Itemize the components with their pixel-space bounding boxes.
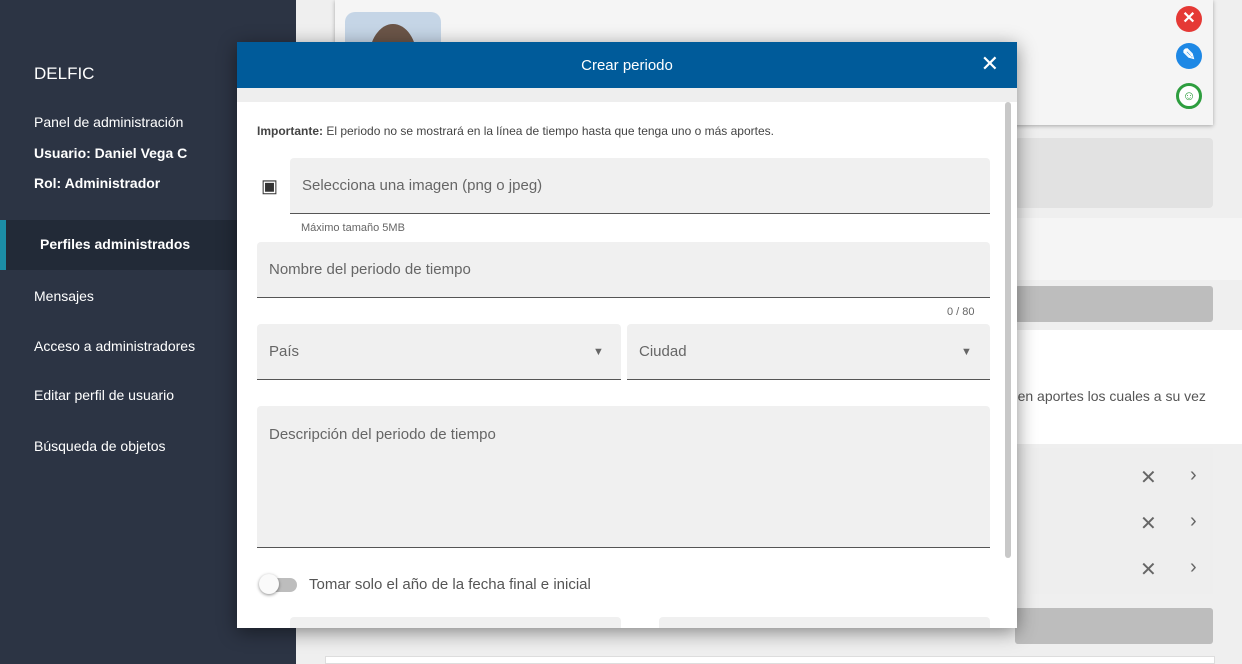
sidebar-item-label: Perfiles administrados	[40, 236, 191, 252]
close-circle-icon[interactable]: ✕	[1176, 6, 1202, 32]
dropdown-arrow-icon: ▼	[961, 346, 972, 358]
user-name: Usuario: Daniel Vega C	[34, 145, 188, 161]
period-name-input[interactable]: Nombre del periodo de tiempo	[257, 242, 990, 298]
panel-title: Panel de administración	[34, 114, 184, 130]
notice-text: El periodo no se mostrará en la línea de…	[323, 124, 774, 138]
close-icon[interactable]: ✕	[981, 51, 999, 77]
brand-title: DELFIC	[34, 64, 95, 83]
edit-pencil-icon[interactable]: ✎	[1176, 43, 1202, 69]
notice-label: Importante:	[257, 124, 323, 138]
background-button[interactable]	[1015, 286, 1213, 322]
add-photo-icon: ▣	[261, 176, 279, 196]
background-band	[1015, 218, 1242, 280]
chevron-right-icon[interactable]: ›	[1190, 556, 1197, 579]
sidebar-item-editar-perfil[interactable]: Editar perfil de usuario	[34, 387, 174, 403]
background-panel	[1015, 138, 1213, 208]
image-upload-field[interactable]: Selecciona una imagen (png o jpeg)	[290, 158, 990, 214]
background-card	[325, 656, 1215, 664]
dialog-title: Crear periodo	[581, 57, 673, 74]
character-counter: 0 / 80	[947, 306, 975, 318]
dialog-subbar	[237, 88, 1017, 102]
dropdown-arrow-icon: ▼	[593, 346, 604, 358]
image-size-hint: Máximo tamaño 5MB	[301, 222, 405, 234]
user-role: Rol: Administrador	[34, 175, 161, 191]
chevron-right-icon[interactable]: ›	[1190, 464, 1197, 487]
city-select[interactable]: Ciudad ▼	[627, 324, 990, 380]
period-name-placeholder: Nombre del periodo de tiempo	[269, 261, 471, 278]
background-section	[1015, 330, 1242, 444]
delete-icon[interactable]: ✕	[1140, 511, 1157, 536]
country-placeholder: País	[269, 343, 300, 360]
account-circle-icon[interactable]: ☺	[1176, 83, 1202, 109]
background-button[interactable]	[1015, 608, 1213, 644]
sidebar-item-mensajes[interactable]: Mensajes	[34, 288, 94, 304]
description-textarea[interactable]: Descripción del periodo de tiempo	[257, 406, 990, 548]
create-period-dialog: Crear periodo ✕ Importante: El periodo n…	[237, 42, 1017, 628]
delete-icon[interactable]: ✕	[1140, 557, 1157, 582]
end-date-field[interactable]	[659, 617, 990, 628]
sidebar-item-busqueda-objetos[interactable]: Búsqueda de objetos	[34, 438, 166, 454]
scrollbar[interactable]	[1005, 102, 1011, 558]
period-list	[1015, 448, 1213, 594]
chevron-right-icon[interactable]: ›	[1190, 510, 1197, 533]
important-notice: Importante: El periodo no se mostrará en…	[257, 124, 774, 138]
start-date-field[interactable]	[290, 617, 621, 628]
sidebar-item-acceso-administradores[interactable]: Acceso a administradores	[34, 338, 195, 354]
image-upload-placeholder: Selecciona una imagen (png o jpeg)	[302, 177, 543, 194]
description-placeholder: Descripción del periodo de tiempo	[269, 426, 496, 443]
year-only-toggle-label: Tomar solo el año de la fecha final e in…	[309, 576, 591, 593]
dialog-header: Crear periodo ✕	[237, 42, 1017, 88]
country-select[interactable]: País ▼	[257, 324, 621, 380]
year-only-toggle[interactable]	[259, 574, 297, 594]
toggle-knob	[259, 574, 279, 594]
delete-icon[interactable]: ✕	[1140, 465, 1157, 490]
city-placeholder: Ciudad	[639, 343, 687, 360]
background-paragraph: enen aportes los cuales a su vez	[1002, 388, 1206, 404]
